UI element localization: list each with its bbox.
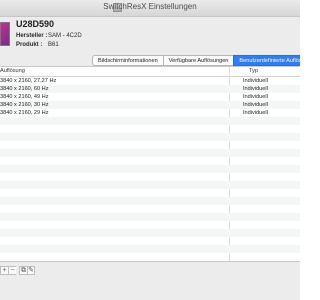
- table-body: 3840 x 2160, 27,27 Hz Individuell 3840 x 2…: [0, 77, 300, 261]
- manufacturer-label: Hersteller :: [16, 33, 48, 39]
- empty-row[interactable]: [0, 253, 300, 261]
- resolution-table: Auflösung Typ 3840 x 2160, 27,27 Hz Indiv…: [0, 66, 300, 262]
- empty-row[interactable]: [0, 221, 300, 229]
- resolution-cell: 3840 x 2160, 49 Hz: [0, 94, 49, 100]
- resolution-cell: 3840 x 2160, 27,27 Hz: [0, 78, 57, 84]
- table-row[interactable]: 3840 x 2160, 60 Hz Individuell: [0, 85, 300, 93]
- edit-button[interactable]: ✎: [27, 266, 35, 275]
- empty-row[interactable]: [0, 197, 300, 205]
- column-header-type[interactable]: Typ: [249, 68, 258, 74]
- display-thumbnail: [0, 22, 10, 46]
- resolution-cell: 3840 x 2160, 30 Hz: [0, 102, 49, 108]
- tab-custom-resolutions[interactable]: Benutzerdefinierte Auflösungen: [233, 55, 300, 66]
- empty-row[interactable]: [0, 229, 300, 237]
- table-toolbar: + − ⧉ ✎: [0, 266, 35, 275]
- table-row[interactable]: 3840 x 2160, 27,27 Hz Individuell: [0, 77, 300, 85]
- type-cell: Individuell: [243, 102, 268, 108]
- preferences-window: SwitchResX Einstellungen U28D590 Herstel…: [0, 0, 300, 300]
- empty-row[interactable]: [0, 245, 300, 253]
- type-cell: Individuell: [243, 110, 268, 116]
- empty-row[interactable]: [0, 189, 300, 197]
- table-header: Auflösung Typ: [0, 67, 300, 77]
- tab-display-info[interactable]: Bildschirminformationen: [92, 55, 163, 66]
- type-cell: Individuell: [243, 94, 268, 100]
- empty-row[interactable]: [0, 133, 300, 141]
- window-title: SwitchResX Einstellungen: [103, 2, 197, 11]
- empty-row[interactable]: [0, 181, 300, 189]
- display-name: U28D590: [16, 19, 55, 29]
- column-header-resolution[interactable]: Auflösung: [0, 68, 25, 74]
- table-row[interactable]: 3840 x 2160, 49 Hz Individuell: [0, 93, 300, 101]
- manufacturer-row: Hersteller :SAM - 4C2D: [16, 33, 82, 39]
- empty-row[interactable]: [0, 157, 300, 165]
- empty-row[interactable]: [0, 205, 300, 213]
- empty-row[interactable]: [0, 117, 300, 125]
- add-button[interactable]: +: [0, 266, 8, 275]
- type-cell: Individuell: [243, 86, 268, 92]
- remove-button[interactable]: −: [8, 266, 16, 275]
- product-row: Produkt : B61: [16, 42, 59, 48]
- empty-row[interactable]: [0, 237, 300, 245]
- title-bar[interactable]: SwitchResX Einstellungen: [0, 0, 300, 17]
- empty-row[interactable]: [0, 149, 300, 157]
- empty-row[interactable]: [0, 125, 300, 133]
- table-row[interactable]: 3840 x 2160, 30 Hz Individuell: [0, 101, 300, 109]
- tab-bar: Bildschirminformationen Verfügbare Auflö…: [92, 55, 300, 66]
- product-label: Produkt :: [16, 42, 43, 48]
- manufacturer-value: SAM - 4C2D: [48, 33, 82, 39]
- table-row[interactable]: 3840 x 2160, 29 Hz Individuell: [0, 109, 300, 117]
- type-cell: Individuell: [243, 78, 268, 84]
- empty-row[interactable]: [0, 213, 300, 221]
- duplicate-button[interactable]: ⧉: [19, 266, 27, 275]
- empty-row[interactable]: [0, 173, 300, 181]
- empty-row[interactable]: [0, 165, 300, 173]
- resolution-cell: 3840 x 2160, 29 Hz: [0, 110, 49, 116]
- product-value: B61: [48, 42, 59, 48]
- tab-available-resolutions[interactable]: Verfügbare Auflösungen: [162, 55, 234, 66]
- empty-row[interactable]: [0, 141, 300, 149]
- resolution-cell: 3840 x 2160, 60 Hz: [0, 86, 49, 92]
